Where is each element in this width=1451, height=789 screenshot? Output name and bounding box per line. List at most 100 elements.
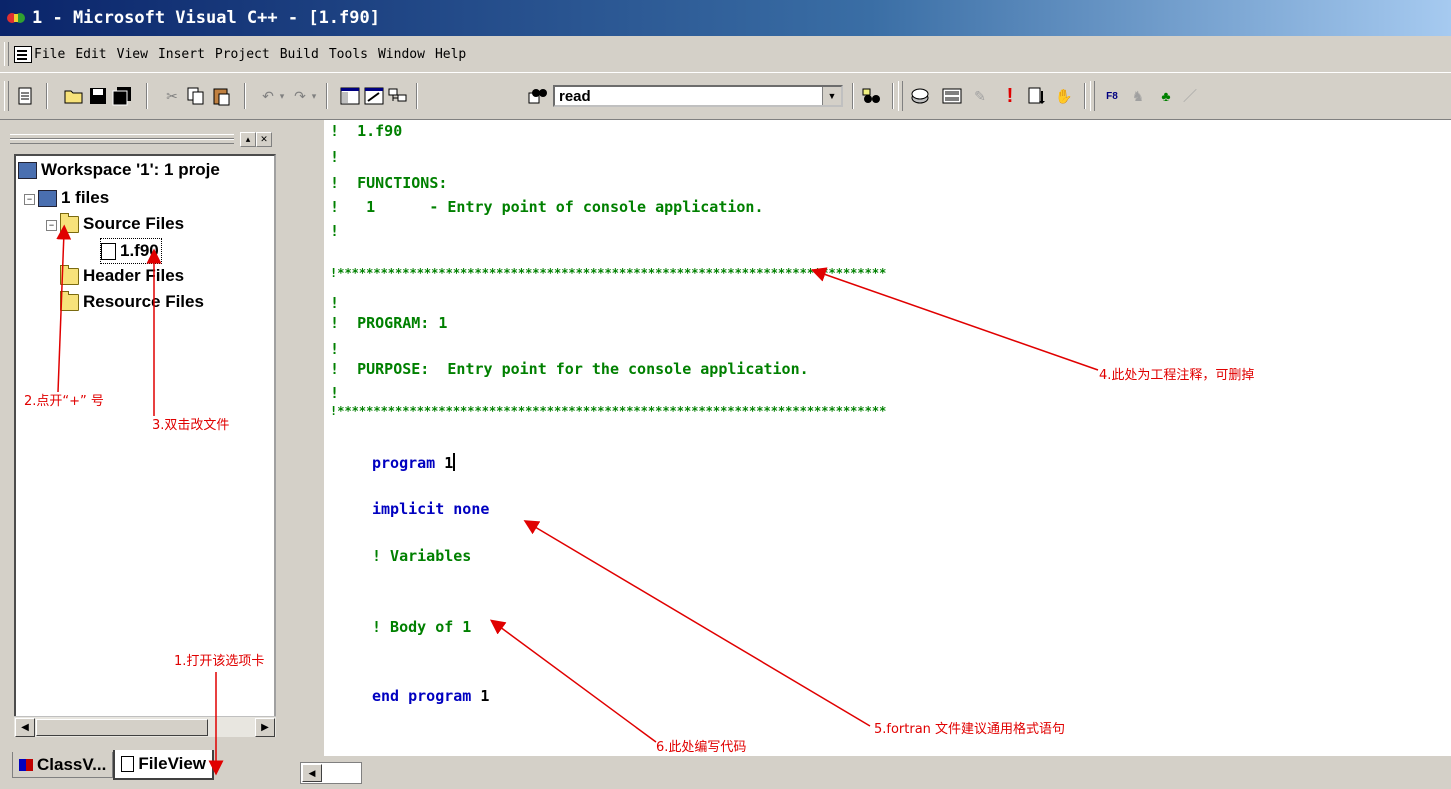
panel-splitter[interactable]	[296, 120, 324, 789]
comment-line: !	[330, 148, 340, 166]
collapse-icon[interactable]: −	[24, 194, 35, 205]
build-icon[interactable]	[942, 86, 962, 106]
compile-icon[interactable]	[910, 86, 930, 106]
menu-edit[interactable]: Edit	[75, 45, 106, 64]
editor-bottom-bar: ◀	[296, 756, 1451, 789]
menu-view[interactable]: View	[117, 45, 148, 64]
folder-icon	[60, 290, 79, 311]
breakpoint-hand-icon[interactable]: ✋	[1054, 86, 1074, 106]
redo-dropdown-icon[interactable]: ▾	[304, 86, 324, 106]
f8-icon[interactable]: F8	[1102, 86, 1122, 106]
comment-line: !	[330, 384, 340, 402]
menu-window[interactable]: Window	[378, 45, 425, 64]
undo-dropdown-icon[interactable]: ▾	[272, 86, 292, 106]
scroll-right-icon[interactable]: ▶	[255, 718, 275, 737]
find-binoculars-icon[interactable]	[862, 86, 882, 106]
toolbar-grip[interactable]	[898, 81, 903, 111]
folder-icon	[60, 212, 79, 233]
tree-item-workspace[interactable]: Workspace '1': 1 proje	[18, 158, 220, 182]
comment-line: ! FUNCTIONS:	[330, 174, 448, 192]
tab-label: ClassV...	[37, 754, 107, 774]
document-icon[interactable]	[14, 46, 32, 63]
title-bar: 1 - Microsoft Visual C++ - [1.f90]	[0, 0, 1451, 36]
save-icon[interactable]	[88, 86, 108, 106]
tree-item-source-files[interactable]: Source Files	[60, 212, 184, 236]
tree-icon[interactable]: ♣	[1156, 86, 1176, 106]
toolbar-separator	[46, 83, 48, 109]
text-caret	[453, 453, 456, 471]
comment-line: ! 1.f90	[330, 122, 403, 140]
menu-bar: File Edit View Insert Project Build Tool…	[0, 36, 1451, 73]
tree-item-label: Workspace '1': 1 proje	[41, 160, 220, 179]
toolbar-grip[interactable]	[1090, 81, 1095, 111]
comment-line: !	[330, 294, 340, 312]
fileview-icon	[121, 756, 135, 772]
tree-item-resource-files[interactable]: Resource Files	[60, 290, 204, 314]
open-folder-icon[interactable]	[64, 86, 84, 106]
close-icon[interactable]: ✕	[256, 132, 272, 147]
find-combo[interactable]: read ▼	[553, 85, 843, 107]
menu-file[interactable]: File	[34, 45, 65, 64]
copy-icon[interactable]	[186, 86, 206, 106]
chevron-down-icon[interactable]: ▼	[822, 87, 841, 105]
toolbar: ✂ ↶ ▾ ↷ ▾ read ▼ ✎ ! ✋ F8 ♞ ♣ ／	[0, 73, 1451, 120]
cut-icon[interactable]: ✂	[162, 86, 182, 106]
output-window-icon[interactable]	[364, 86, 384, 106]
comment-separator-line: !***************************************…	[330, 404, 887, 418]
toolbar-separator	[892, 83, 894, 109]
new-file-icon[interactable]	[16, 86, 36, 106]
tree-item-label: Header Files	[83, 266, 185, 285]
workspace-panel: ▴ ✕ Workspace '1': 1 proje − 1 files − S…	[0, 120, 296, 789]
code-line-variables-comment: ! Variables	[372, 547, 472, 565]
menu-insert[interactable]: Insert	[158, 45, 205, 64]
toolbar-separator	[146, 83, 148, 109]
tree-item-header-files[interactable]: Header Files	[60, 264, 184, 288]
tab-label: FileView	[138, 754, 207, 773]
execute-icon[interactable]: !	[1000, 85, 1020, 107]
tree-horizontal-scrollbar[interactable]: ◀ ▶	[14, 716, 276, 737]
tree-item-project[interactable]: 1 files	[38, 186, 109, 210]
workspace-window-icon[interactable]	[340, 86, 360, 106]
comment-separator-line: !***************************************…	[330, 266, 887, 280]
scroll-left-icon[interactable]: ◀	[302, 764, 322, 782]
window-title: 1 - Microsoft Visual C++ - [1.f90]	[32, 8, 380, 28]
go-icon[interactable]	[1026, 86, 1046, 106]
annotation-1: 1.打开该选项卡	[174, 654, 265, 669]
workspace-icon	[18, 161, 37, 179]
panel-undock-icon[interactable]: ▴	[240, 132, 256, 147]
annotation-5: 5.fortran 文件建议通用格式语句	[874, 722, 1066, 737]
toolbar-grip[interactable]	[4, 81, 9, 111]
code-line-implicit: implicit none	[372, 500, 490, 518]
expand-collapse-icon[interactable]: −	[46, 220, 57, 231]
paste-icon[interactable]	[212, 86, 232, 106]
scroll-left-icon[interactable]: ◀	[15, 718, 35, 737]
project-icon	[38, 189, 57, 207]
menu-grip[interactable]	[4, 42, 9, 66]
find-combo-value: read	[559, 88, 591, 105]
workspace-tabs: ClassV... FileView	[12, 750, 215, 780]
comment-line: ! PROGRAM: 1	[330, 314, 448, 332]
save-all-icon[interactable]	[112, 86, 132, 106]
tab-fileview[interactable]: FileView	[113, 750, 215, 780]
find-in-files-icon[interactable]	[528, 86, 548, 106]
menu-project[interactable]: Project	[215, 45, 270, 64]
menu-help[interactable]: Help	[435, 45, 466, 64]
window-list-icon[interactable]	[388, 86, 408, 106]
keyword-end-program: end program	[372, 687, 472, 705]
tab-classview[interactable]: ClassV...	[12, 752, 114, 778]
scroll-thumb[interactable]	[36, 719, 208, 736]
menu-tools[interactable]: Tools	[329, 45, 368, 64]
visual-cpp-app-icon[interactable]	[6, 9, 26, 27]
code-line-program: program 1	[372, 453, 456, 472]
workspace-tree: Workspace '1': 1 proje − 1 files − Sourc…	[14, 154, 276, 734]
folder-icon	[60, 264, 79, 285]
code-editor[interactable]: ! 1.f90 ! ! FUNCTIONS: ! 1 - Entry point…	[324, 120, 1451, 756]
menu-build[interactable]: Build	[280, 45, 319, 64]
debug-figure-icon[interactable]: ♞	[1128, 86, 1148, 106]
edit-wand-icon[interactable]: ／	[1180, 86, 1200, 106]
comment-line: !	[330, 222, 340, 240]
comment-line: ! 1 - Entry point of console application…	[330, 198, 764, 216]
stop-build-icon[interactable]: ✎	[970, 86, 990, 106]
annotation-3: 3.双击改文件	[152, 418, 230, 433]
tree-item-source-file[interactable]: 1.f90	[100, 238, 162, 264]
